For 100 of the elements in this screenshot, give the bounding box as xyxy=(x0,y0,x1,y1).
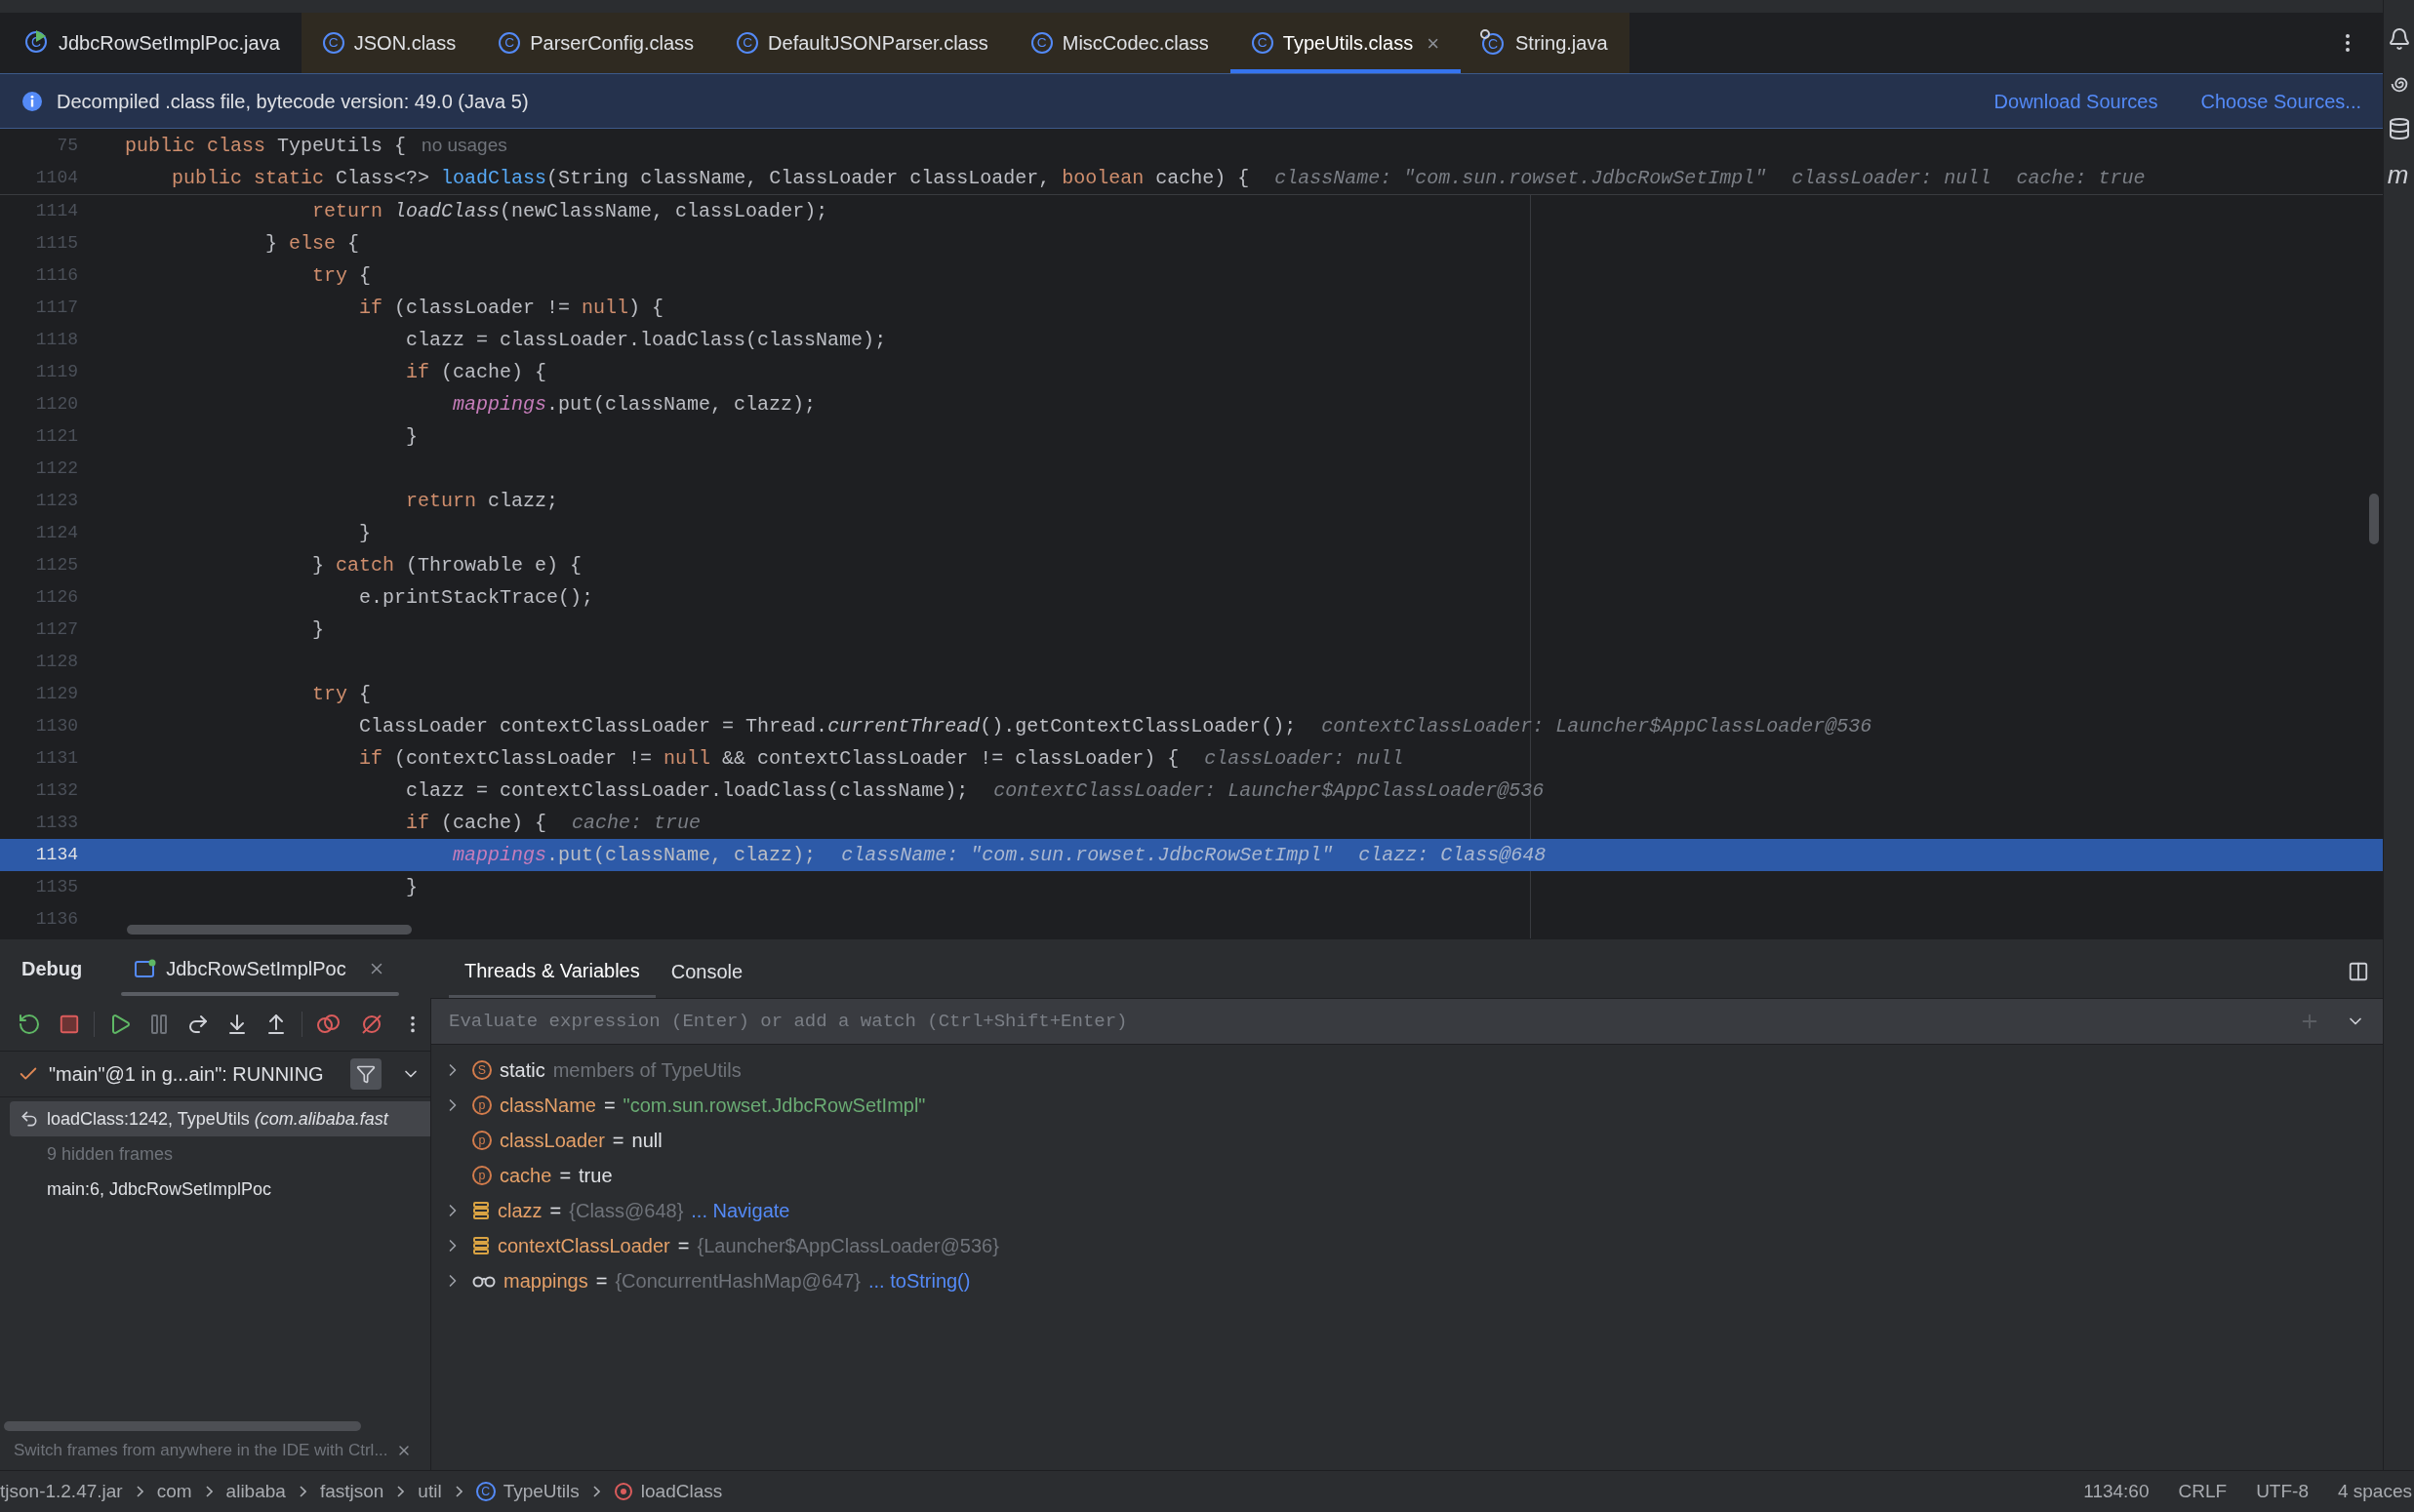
class-icon: C xyxy=(737,32,759,54)
variable-value: {Class@648} xyxy=(569,1199,684,1223)
info-link[interactable]: Download Sources xyxy=(1993,86,2158,116)
inline-value-hint: cache: true xyxy=(2016,165,2146,191)
class-icon: C xyxy=(499,32,521,54)
breadcrumb[interactable]: fastjson xyxy=(319,1477,384,1506)
glasses-icon xyxy=(472,1274,496,1288)
stack-icon xyxy=(472,1201,490,1220)
variable-row[interactable]: contextClassLoader = {Launcher$AppClassLoader@536} xyxy=(441,1228,1003,1263)
view-tab[interactable]: Console xyxy=(655,945,759,998)
class-icon: C xyxy=(1030,32,1053,54)
breadcrumb-separator-icon xyxy=(299,1486,306,1497)
variable-row[interactable]: p cache = true xyxy=(441,1158,617,1193)
parameter-icon: p xyxy=(472,1095,492,1115)
breadcrumb[interactable]: alibaba xyxy=(225,1477,286,1506)
notifications-icon[interactable] xyxy=(2387,27,2411,51)
variable-row[interactable]: mappings = {ConcurrentHashMap@647} ... toString() xyxy=(441,1263,975,1298)
breadcrumb[interactable]: com xyxy=(156,1477,192,1506)
variable-value: members of TypeUtils xyxy=(552,1058,742,1083)
code-line: if (contextClassLoader != null && contextClassLoader != classLoader) { xyxy=(358,745,1180,772)
variable-row[interactable]: clazz = {Class@648} ... Navigate xyxy=(441,1193,794,1228)
stop-icon[interactable] xyxy=(59,1014,80,1035)
breadcrumb-separator-icon xyxy=(455,1486,463,1497)
thread-selector[interactable]: "main"@1 in g...ain": RUNNING xyxy=(49,1059,324,1089)
inline-value-hint: className: "com.sun.rowset.JdbcRowSetImpl" xyxy=(1274,165,1767,191)
layout-icon[interactable] xyxy=(2348,961,2369,982)
variable-link[interactable]: ... Navigate xyxy=(691,1196,790,1225)
editor-tab[interactable]: C ParserConfig.class xyxy=(477,13,716,73)
window-icon xyxy=(135,959,157,978)
breadcrumb-separator-icon xyxy=(136,1486,143,1497)
editor-tab[interactable]: C String.java xyxy=(1461,13,1629,73)
variable-name: clazz xyxy=(498,1199,543,1223)
code-line: mappings.put(className, clazz); xyxy=(452,842,817,868)
parameter-icon: p xyxy=(472,1166,492,1185)
code-line: } catch (Throwable e) { xyxy=(311,552,583,578)
stack-frame[interactable]: loadClass:1242, TypeUtils (com.alibaba.fast xyxy=(10,1101,430,1136)
editor-tab[interactable]: C JSON.class xyxy=(301,13,478,73)
status-item[interactable]: UTF-8 xyxy=(2256,1477,2309,1506)
session-tab[interactable]: JdbcRowSetImplPoc xyxy=(121,939,399,998)
code-line: if (cache) { xyxy=(405,359,547,385)
info-link[interactable]: Choose Sources... xyxy=(2200,86,2361,116)
editor-tab[interactable]: C MiscCodec.class xyxy=(1009,13,1230,73)
editor-tab[interactable]: C TypeUtils.class × xyxy=(1229,13,1461,73)
code-line: } else { xyxy=(264,230,360,257)
breadcrumb[interactable]: loadClass xyxy=(640,1477,723,1506)
static-icon: S xyxy=(472,1060,492,1080)
equals-sign: = xyxy=(677,1234,690,1258)
close-tab-button[interactable]: × xyxy=(1427,26,1439,60)
code-line: ClassLoader contextClassLoader = Thread.currentThread().getContextClassLoader(); xyxy=(358,713,1297,739)
status-item[interactable]: CRLF xyxy=(2178,1477,2228,1506)
code-line: try { xyxy=(311,262,372,289)
inline-value-hint: cache: true xyxy=(572,810,702,836)
code-line: mappings.put(className, clazz); xyxy=(452,391,817,418)
expression-input[interactable]: Evaluate expression (Enter) or add a watch (Ctrl+Shift+Enter) xyxy=(449,1007,2287,1036)
breadcrumb[interactable]: TypeUtils xyxy=(503,1477,580,1506)
editor-tab[interactable]: C DefaultJSONParser.class xyxy=(715,13,1010,73)
evaluate-field[interactable]: Evaluate expression (Enter) or add a watch (Ctrl+Shift+Enter) xyxy=(431,998,2383,1045)
code-line: clazz = contextClassLoader.loadClass(className); xyxy=(405,777,969,804)
status-item[interactable]: 4 spaces xyxy=(2337,1477,2412,1506)
inline-value-hint: classLoader: null xyxy=(1204,745,1404,772)
breadcrumb[interactable]: util xyxy=(418,1477,442,1506)
equals-sign: = xyxy=(603,1094,616,1118)
variable-name: cache xyxy=(500,1164,552,1188)
inline-value-hint: clazz: Class@648 xyxy=(1358,842,1547,868)
code-line: } xyxy=(311,617,325,643)
breadcrumb[interactable]: tjson-1.2.47.jar xyxy=(0,1477,123,1506)
variable-name: static xyxy=(500,1058,545,1083)
step-over-icon[interactable] xyxy=(186,1013,210,1036)
code-line: } xyxy=(405,874,419,900)
debug-title: Debug xyxy=(21,957,83,981)
equals-sign: = xyxy=(612,1129,624,1153)
variable-name: contextClassLoader xyxy=(498,1234,670,1258)
maven-button[interactable]: m xyxy=(2387,162,2411,187)
equals-sign: = xyxy=(549,1199,562,1223)
horizontal-scrollbar-thumb[interactable] xyxy=(4,1421,361,1431)
variable-value: null xyxy=(631,1129,663,1153)
java-class-icon: C xyxy=(1482,31,1506,55)
variable-row[interactable]: S static members of TypeUtils xyxy=(441,1053,745,1088)
database-icon[interactable] xyxy=(2387,117,2411,140)
return-arrow-icon xyxy=(20,1109,39,1129)
vertical-scrollbar-thumb[interactable] xyxy=(2369,494,2379,544)
filter-button[interactable] xyxy=(350,1058,382,1090)
breakpoints-icon[interactable] xyxy=(316,1013,342,1036)
status-item[interactable]: 1134:60 xyxy=(2083,1477,2150,1506)
rerun-icon[interactable] xyxy=(18,1013,41,1036)
variable-name: mappings xyxy=(503,1269,588,1293)
horizontal-scrollbar-thumb[interactable] xyxy=(127,925,412,935)
filter-icon xyxy=(356,1064,376,1084)
info-icon xyxy=(21,90,43,112)
variable-link[interactable]: ... toString() xyxy=(867,1266,971,1295)
code-line: } xyxy=(405,423,419,450)
variable-row[interactable]: p classLoader = null xyxy=(441,1123,666,1158)
code-line: public class TypeUtils { xyxy=(125,133,407,159)
variable-name: classLoader xyxy=(500,1129,605,1153)
breadcrumb-separator-icon xyxy=(592,1486,600,1497)
variable-row[interactable]: p className = "com.sun.rowset.JdbcRowSetImpl" xyxy=(441,1088,930,1123)
stack-icon xyxy=(472,1236,490,1255)
code-line: try { xyxy=(311,681,372,707)
stack-frame[interactable]: main:6, JdbcRowSetImplPoc xyxy=(10,1172,430,1207)
variable-value: {Launcher$AppClassLoader@536} xyxy=(697,1234,999,1258)
